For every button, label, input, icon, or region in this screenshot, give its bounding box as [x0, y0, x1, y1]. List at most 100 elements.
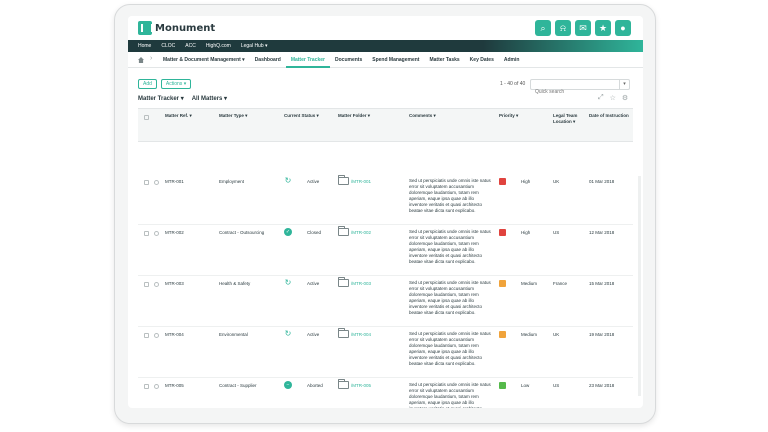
star-icon[interactable]: ★ — [595, 20, 611, 36]
priority-color-swatch — [499, 382, 506, 389]
matter-folder-link[interactable]: /MTR-004 — [351, 332, 371, 337]
comment-text: Sed ut perspiciatis unde omnis iste natu… — [409, 229, 491, 264]
tab-admin[interactable]: Admin — [499, 52, 525, 68]
matter-folder-link[interactable]: /MTR-003 — [351, 281, 371, 286]
table-spacer — [138, 142, 633, 174]
col-current-status[interactable]: Current Status ▾ — [284, 113, 319, 119]
nav-item-acc[interactable]: ACC — [185, 43, 196, 49]
legal-team-location: UK — [553, 332, 560, 337]
chevron-right-icon: › — [150, 55, 153, 62]
nav-gradient — [483, 40, 643, 52]
brand-logo[interactable]: Monument — [138, 20, 215, 36]
row-radio[interactable] — [154, 282, 159, 287]
folder-icon[interactable] — [338, 328, 349, 338]
matter-folder-link[interactable]: /MTR-002 — [351, 230, 371, 235]
current-status: Active — [307, 179, 320, 184]
chevron-down-icon[interactable]: ▾ — [619, 80, 629, 89]
brand-name: Monument — [155, 22, 216, 34]
matter-ref[interactable]: MTR-005 — [165, 383, 184, 389]
comment-text: Sed ut perspiciatis unde omnis iste natu… — [409, 178, 491, 213]
date-of-instruction: 12 Mar 2018 — [589, 230, 615, 235]
matter-ref[interactable]: MTR-002 — [165, 230, 184, 236]
matter-folder-link[interactable]: /MTR-001 — [351, 179, 371, 184]
legal-team-location: US — [553, 383, 560, 388]
quick-search[interactable]: ▾ — [530, 79, 630, 97]
matter-type: Contract - Supplier — [219, 383, 257, 388]
row-radio[interactable] — [154, 231, 159, 236]
priority-label: Low — [521, 383, 530, 388]
col-matter-type[interactable]: Matter Type ▾ — [219, 113, 247, 119]
select-all-checkbox[interactable] — [144, 115, 149, 120]
priority-label: High — [521, 179, 531, 184]
col-comments[interactable]: Comments ▾ — [409, 113, 436, 119]
section-dropdown[interactable]: Matter & Document Management ▾ — [158, 52, 250, 68]
matter-type: Environmental — [219, 332, 248, 337]
col-priority[interactable]: Priority ▾ — [499, 113, 518, 119]
legal-team-location: UK — [553, 179, 560, 184]
scope-filter[interactable]: All Matters ▾ — [192, 95, 227, 102]
row-radio[interactable] — [154, 180, 159, 185]
date-of-instruction: 01 Mar 2018 — [589, 179, 615, 184]
app-screen: Monument ⌕ ⍾ ✉ ★ ● Home CLOC ACC HighQ.c… — [128, 16, 643, 408]
priority-color-swatch — [499, 229, 506, 236]
priority-color-swatch — [499, 178, 506, 185]
nav-item-home[interactable]: Home — [138, 43, 151, 49]
col-matter-ref[interactable]: Matter Ref. ▾ — [165, 113, 192, 119]
nav-item-highq[interactable]: HighQ.com — [206, 43, 231, 49]
matter-folder-link[interactable]: /MTR-005 — [351, 383, 371, 388]
row-checkbox[interactable] — [144, 333, 149, 338]
table-row[interactable]: MTR-003 Health & Safety ↻ Active/MTR-003 Sed… — [138, 276, 633, 327]
top-actions: ⌕ ⍾ ✉ ★ ● — [535, 20, 631, 36]
user-icon[interactable]: ● — [615, 20, 631, 36]
settings-icon[interactable]: ⚙ — [622, 94, 628, 102]
row-checkbox[interactable] — [144, 231, 149, 236]
home-icon[interactable] — [138, 57, 144, 63]
matter-type: Employment — [219, 179, 245, 184]
col-date-of-instruction[interactable]: Date of Instruction — [589, 113, 633, 119]
folder-icon[interactable] — [338, 277, 349, 287]
comment-text: Sed ut perspiciatis unde omnis iste natu… — [409, 280, 491, 315]
check-circle-icon: ✓ — [284, 228, 292, 236]
folder-icon[interactable] — [338, 379, 349, 389]
nav-item-legal-hub[interactable]: Legal Hub ▾ — [241, 43, 268, 49]
expand-icon[interactable]: ⤢ — [598, 94, 604, 102]
matter-ref[interactable]: MTR-003 — [165, 281, 184, 287]
folder-icon[interactable] — [338, 175, 349, 185]
matter-ref[interactable]: MTR-004 — [165, 332, 184, 338]
row-checkbox[interactable] — [144, 180, 149, 185]
legal-team-location: France — [553, 281, 568, 286]
tracker-filter[interactable]: Matter Tracker ▾ — [138, 95, 184, 102]
toolbar: Add Actions ▾ — [138, 79, 192, 91]
table-row[interactable]: MTR-002 Contract - Outsourcing ✓ Closed/MTR… — [138, 225, 633, 276]
sync-icon: ↻ — [284, 278, 292, 287]
col-legal-team-location[interactable]: Legal Team Location ▾ — [553, 113, 585, 125]
date-of-instruction: 19 Mar 2018 — [589, 332, 615, 337]
table-header: Matter Ref. ▾ Matter Type ▾ Current Stat… — [138, 108, 633, 142]
table-row[interactable]: MTR-004 Environmental ↻ Active/MTR-004 Sed u… — [138, 327, 633, 378]
folder-icon[interactable] — [338, 226, 349, 236]
row-radio[interactable] — [154, 333, 159, 338]
tab-spend-management[interactable]: Spend Management — [367, 52, 424, 68]
star-outline-icon[interactable]: ☆ — [610, 94, 616, 102]
bell-icon[interactable]: ⍾ — [555, 20, 571, 36]
add-button[interactable]: Add — [138, 79, 157, 89]
tab-documents[interactable]: Documents — [330, 52, 367, 68]
row-radio[interactable] — [154, 384, 159, 389]
priority-label: High — [521, 230, 531, 235]
scrollbar[interactable] — [638, 176, 641, 396]
row-checkbox[interactable] — [144, 282, 149, 287]
tab-dashboard[interactable]: Dashboard — [250, 52, 286, 68]
mail-icon[interactable]: ✉ — [575, 20, 591, 36]
col-matter-folder[interactable]: Matter Folder ▾ — [338, 113, 370, 119]
matter-ref[interactable]: MTR-001 — [165, 179, 184, 185]
table-row[interactable]: MTR-005 Contract - Supplier − Aborted/MTR-0… — [138, 378, 633, 408]
table-row[interactable]: MTR-001 Employment ↻ Active/MTR-001 Sed ut p… — [138, 174, 633, 225]
tab-key-dates[interactable]: Key Dates — [465, 52, 499, 68]
tab-matter-tracker[interactable]: Matter Tracker — [285, 52, 330, 68]
search-icon[interactable]: ⌕ — [535, 20, 551, 36]
tab-matter-tasks[interactable]: Matter Tasks — [424, 52, 464, 68]
row-checkbox[interactable] — [144, 384, 149, 389]
current-status: Active — [307, 281, 320, 286]
nav-item-cloc[interactable]: CLOC — [161, 43, 175, 49]
actions-button[interactable]: Actions ▾ — [160, 79, 192, 89]
